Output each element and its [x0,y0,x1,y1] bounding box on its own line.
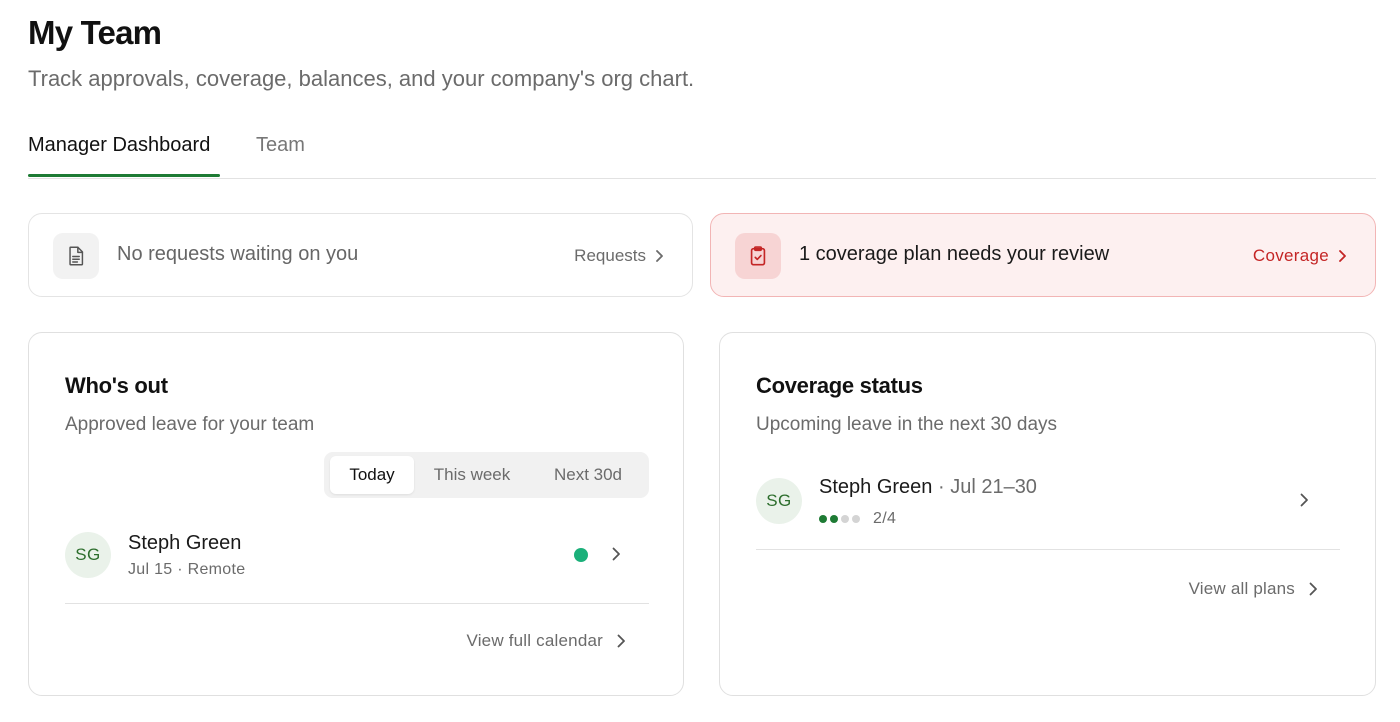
clipboard-check-icon [735,233,781,279]
whos-out-subtitle: Approved leave for your team [65,414,315,435]
coverage-alert-banner: 1 coverage plan needs your review Covera… [710,213,1376,297]
coverage-link-label: Coverage [1252,246,1329,265]
leave-dates: · Jul 21–30 [932,476,1037,498]
filter-next-30d[interactable]: Next 30d [536,456,640,494]
progress-dot-empty [852,515,860,523]
tab-manager-dashboard[interactable]: Manager Dashboard [28,131,210,159]
page-subtitle: Track approvals, coverage, balances, and… [28,66,695,91]
page-title: My Team [28,14,162,51]
active-tab-indicator [28,174,220,177]
chevron-right-icon [617,634,625,648]
coverage-entry-heading: Steph Green · Jul 21–30 [819,476,1037,499]
coverage-status-title: Coverage status [756,373,923,398]
filter-this-week[interactable]: This week [422,456,522,494]
tab-bar: Manager Dashboard Team [28,131,1376,179]
person-name: Steph Green [819,476,933,498]
coverage-link[interactable]: Coverage [1253,246,1347,266]
tab-team[interactable]: Team [256,131,305,159]
chevron-right-icon [1309,582,1317,596]
chevron-right-icon [1300,493,1308,507]
coverage-progress-label: 2/4 [873,510,897,527]
progress-dot-filled [819,515,827,523]
coverage-status-card: Coverage status Upcoming leave in the ne… [719,332,1376,696]
coverage-status-subtitle: Upcoming leave in the next 30 days [756,414,1058,435]
requests-link[interactable]: Requests [574,246,664,266]
view-full-calendar-label: View full calendar [466,631,603,650]
filter-today[interactable]: Today [330,456,414,494]
requests-banner: No requests waiting on you Requests [28,213,693,297]
list-item[interactable]: SG Steph Green · Jul 21–30 2/4 [756,476,1340,550]
list-item[interactable]: SG Steph Green Jul 15 · Remote [65,532,649,604]
progress-dot-filled [830,515,838,523]
progress-dot-empty [841,515,849,523]
chevron-right-icon [656,250,663,262]
whos-out-title: Who's out [65,373,168,398]
person-leave-details: Jul 15 · Remote [128,561,246,578]
requests-banner-text: No requests waiting on you [117,243,359,265]
view-all-plans-link[interactable]: View all plans [1189,579,1319,599]
coverage-progress: 2/4 [819,510,896,528]
time-range-filter: Today This week Next 30d [324,452,649,498]
coverage-alert-text: 1 coverage plan needs your review [799,243,1110,265]
avatar: SG [65,532,111,578]
whos-out-card: Who's out Approved leave for your team T… [28,332,684,696]
chevron-right-icon [1339,250,1346,262]
avatar: SG [756,478,802,524]
status-indicator [574,548,588,562]
view-full-calendar-link[interactable]: View full calendar [466,631,627,651]
person-name: Steph Green [128,532,242,554]
chevron-right-icon [612,547,620,561]
requests-link-label: Requests [574,246,646,265]
document-icon [53,233,99,279]
view-all-plans-label: View all plans [1188,579,1295,598]
